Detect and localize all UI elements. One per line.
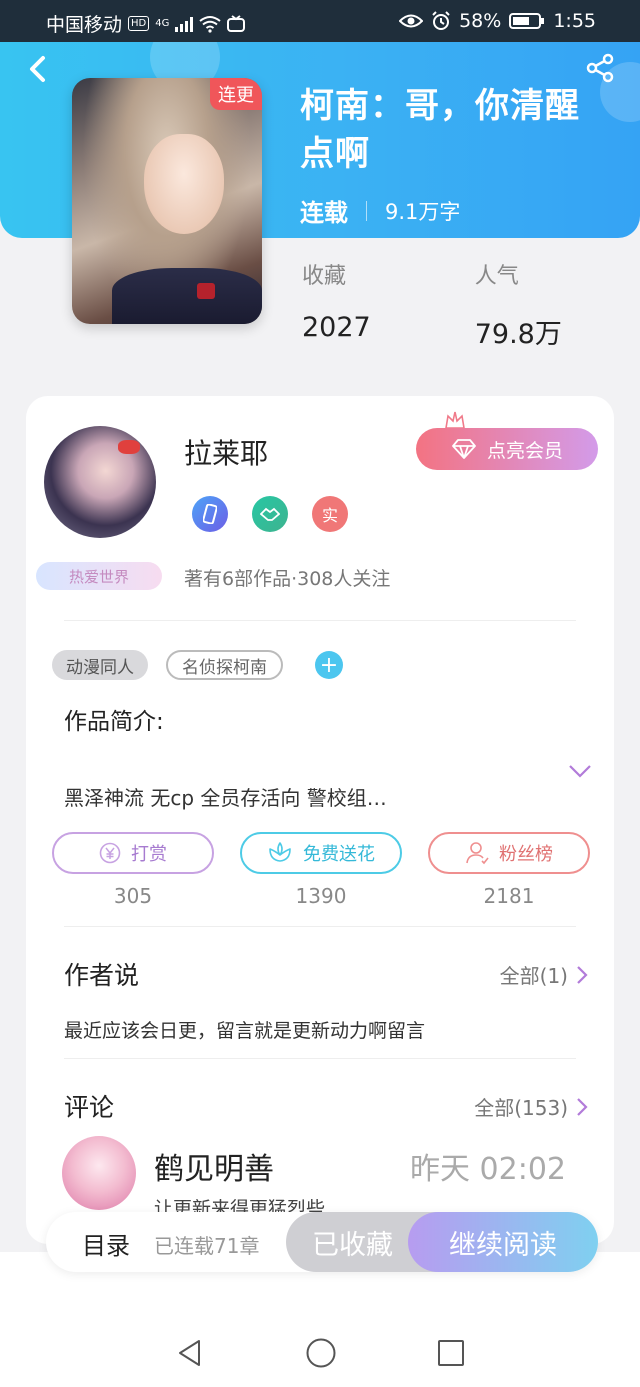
update-tag: 连更 [210,78,262,110]
author-says-more[interactable]: 全部(1) [500,960,588,989]
signal-icon [175,16,194,32]
word-count: 9.1万字 [385,199,461,224]
carrier-label: 中国移动 [46,14,123,36]
stat-favorites: 收藏 2027 [302,264,371,343]
back-button[interactable] [22,54,52,84]
comments-title: 评论 [64,1093,115,1122]
battery-icon [509,13,545,29]
nav-recents-icon[interactable] [437,1339,465,1367]
chevron-right-icon [577,965,588,984]
share-button[interactable] [584,52,616,84]
flower-count: 1390 [295,884,347,908]
tip-count: 305 [113,884,153,908]
chevron-down-icon[interactable] [568,764,592,778]
yen-icon [99,842,121,864]
fans-count: 2181 [483,884,535,908]
fan-badge: 热爱世界 [36,562,162,590]
book-detail-card: 热爱世界 拉莱耶 实 著有6部作品·308人关注 点亮会员 动漫同人 名侦探柯南… [26,396,614,1244]
stat-popularity: 人气 79.8万 [474,264,562,350]
vip-section: 点亮会员 [416,410,606,470]
wifi-icon [199,15,221,33]
chevron-left-icon [30,56,45,82]
nav-home-icon[interactable] [305,1337,337,1369]
author-says-title: 作者说 [64,961,140,990]
toc-button[interactable]: 目录 [82,1226,130,1261]
comments-more[interactable]: 全部(153) [474,1092,588,1121]
commenter-name[interactable]: 鹤见明善 [154,1144,274,1188]
reading-action-bar: 目录 已连载71章 已收藏 继续阅读 [46,1212,598,1272]
book-title: 柯南：哥，你清醒点啊 [300,86,580,174]
author-badges: 实 [192,496,348,532]
hd-badge: HD [128,16,150,31]
book-stats: 收藏 2027 人气 79.8万 [302,258,562,351]
flower-icon [269,842,291,862]
action-row: 打赏 305 免费送花 1390 粉丝榜 2181 [52,832,590,908]
clock: 1:55 [553,10,596,32]
tag-chip[interactable]: 动漫同人 [52,650,148,680]
person-icon [466,842,489,865]
tv-icon [227,14,246,32]
intro-label: 作品简介: [64,709,164,735]
tag-chip[interactable]: 名侦探柯南 [166,650,283,680]
system-nav-bar [0,1318,640,1387]
diamond-icon [452,439,476,459]
author-name[interactable]: 拉莱耶 [184,432,268,472]
tag-list: 动漫同人 名侦探柯南 + [52,650,343,680]
send-flower-button[interactable]: 免费送花 [240,832,402,874]
handshake-icon[interactable] [252,496,288,532]
author-meta: 著有6部作品·308人关注 [184,568,391,590]
fans-rank-button[interactable]: 粉丝榜 [428,832,590,874]
crown-icon [445,411,465,429]
nav-back-icon[interactable] [175,1338,205,1368]
author-avatar[interactable] [44,426,156,538]
alarm-icon [432,11,450,30]
continue-reading-button[interactable]: 继续阅读 [408,1212,598,1272]
tip-button[interactable]: 打赏 [52,832,214,874]
intro-text[interactable]: 黑泽神流 无cp 全员存活向 警校组… [64,782,387,811]
serial-status: 连载 [300,199,348,227]
real-name-badge[interactable]: 实 [312,496,348,532]
eye-icon [399,14,424,28]
commenter-avatar[interactable] [62,1136,136,1210]
network-type: 4G [155,18,170,29]
share-icon [586,53,614,83]
vip-button[interactable]: 点亮会员 [416,428,598,470]
chevron-right-icon [577,1097,588,1116]
fans-action: 粉丝榜 2181 [428,832,590,908]
tip-action: 打赏 305 [52,832,214,908]
author-says-text[interactable]: 最近应该会日更，留言就是更新动力啊留言 [64,1016,425,1043]
chapter-count: 已连载71章 [154,1234,260,1258]
add-tag-button[interactable]: + [315,651,343,679]
status-bar: 中国移动 HD 4G 58% 1:55 [0,0,640,42]
battery-percent: 58% [459,10,502,32]
phone-verified-icon[interactable] [192,496,228,532]
book-meta: 连载 9.1万字 [300,193,460,228]
comment-time: 昨天 02:02 [410,1152,566,1187]
book-cover[interactable]: 连更 [72,78,262,324]
flower-action: 免费送花 1390 [240,832,402,908]
